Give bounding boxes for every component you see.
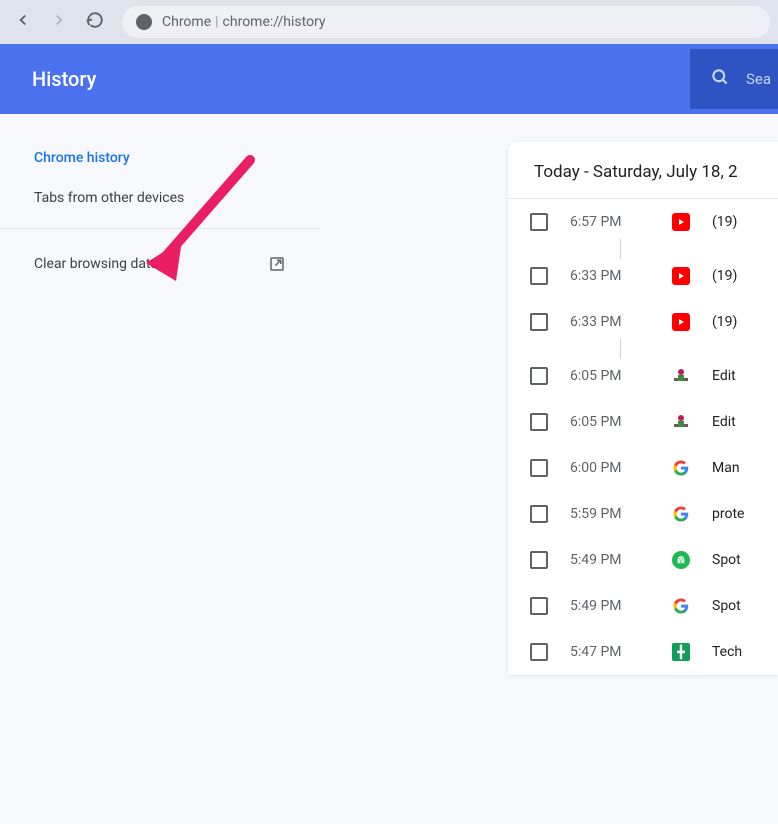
sidebar-item-chrome-history[interactable]: Chrome history bbox=[0, 138, 320, 178]
search-placeholder-text: Sea bbox=[746, 70, 771, 88]
page-title: History bbox=[32, 67, 96, 91]
row-time: 6:05 PM bbox=[570, 368, 650, 384]
google-favicon-icon bbox=[672, 459, 690, 477]
row-title: Man bbox=[712, 460, 740, 476]
history-panel: Today - Saturday, July 18, 2 6:57 PM (19)… bbox=[508, 142, 778, 675]
site-favicon-icon bbox=[672, 367, 690, 385]
sidebar-item-label: Tabs from other devices bbox=[34, 190, 184, 206]
row-title: Spot bbox=[712, 552, 741, 568]
row-time: 5:49 PM bbox=[570, 552, 650, 568]
row-title: (19) bbox=[712, 268, 737, 284]
youtube-favicon-icon bbox=[672, 213, 690, 231]
row-checkbox[interactable] bbox=[530, 213, 548, 231]
sidebar-item-label: Clear browsing data bbox=[34, 256, 158, 272]
search-history-box[interactable]: Sea bbox=[690, 49, 778, 109]
row-time: 6:00 PM bbox=[570, 460, 650, 476]
forward-arrow-icon bbox=[50, 11, 68, 34]
history-row[interactable]: 5:49 PM Spot bbox=[508, 583, 778, 629]
date-header: Today - Saturday, July 18, 2 bbox=[508, 142, 778, 199]
sidebar-item-clear-browsing-data[interactable]: Clear browsing data bbox=[0, 243, 320, 285]
app-header: History Sea bbox=[0, 44, 778, 114]
history-row[interactable]: 5:49 PM Spot bbox=[508, 537, 778, 583]
back-button[interactable] bbox=[8, 7, 38, 37]
row-title: prote bbox=[712, 506, 744, 522]
reload-icon bbox=[86, 11, 104, 33]
row-title: (19) bbox=[712, 214, 737, 230]
browser-toolbar: Chrome|chrome://history bbox=[0, 0, 778, 44]
youtube-favicon-icon bbox=[672, 313, 690, 331]
history-row[interactable]: 5:59 PM prote bbox=[508, 491, 778, 537]
back-arrow-icon bbox=[14, 11, 32, 34]
row-checkbox[interactable] bbox=[530, 643, 548, 661]
row-time: 5:47 PM bbox=[570, 644, 650, 660]
row-title: (19) bbox=[712, 314, 737, 330]
row-time: 6:05 PM bbox=[570, 414, 650, 430]
row-checkbox[interactable] bbox=[530, 459, 548, 477]
google-favicon-icon bbox=[672, 505, 690, 523]
address-bar[interactable]: Chrome|chrome://history bbox=[122, 6, 770, 38]
row-checkbox[interactable] bbox=[530, 505, 548, 523]
row-checkbox[interactable] bbox=[530, 413, 548, 431]
row-time: 6:33 PM bbox=[570, 314, 650, 330]
google-favicon-icon bbox=[672, 597, 690, 615]
sidebar-item-label: Chrome history bbox=[34, 150, 130, 166]
row-time: 5:59 PM bbox=[570, 506, 650, 522]
row-checkbox[interactable] bbox=[530, 313, 548, 331]
row-checkbox[interactable] bbox=[530, 267, 548, 285]
sheets-favicon-icon bbox=[672, 643, 690, 661]
history-row[interactable]: 6:33 PM (19) bbox=[508, 253, 778, 299]
row-time: 5:49 PM bbox=[570, 598, 650, 614]
row-checkbox[interactable] bbox=[530, 551, 548, 569]
content-area: Chrome history Tabs from other devices C… bbox=[0, 114, 778, 675]
forward-button[interactable] bbox=[44, 7, 74, 37]
site-favicon-icon bbox=[672, 413, 690, 431]
row-time: 6:57 PM bbox=[570, 214, 650, 230]
sidebar-item-tabs-other-devices[interactable]: Tabs from other devices bbox=[0, 178, 320, 218]
row-checkbox[interactable] bbox=[530, 367, 548, 385]
history-row[interactable]: 5:47 PM Tech bbox=[508, 629, 778, 675]
history-row[interactable]: 6:05 PM Edit bbox=[508, 353, 778, 399]
row-title: Edit bbox=[712, 414, 736, 430]
sidebar-divider bbox=[0, 228, 320, 229]
history-list: 6:57 PM (19) 6:33 PM (19) 6:33 PM (19) 6:05 PM… bbox=[508, 199, 778, 675]
other-favicon-icon bbox=[672, 551, 690, 569]
external-link-icon bbox=[268, 255, 286, 273]
search-icon bbox=[710, 67, 730, 91]
youtube-favicon-icon bbox=[672, 267, 690, 285]
row-title: Spot bbox=[712, 598, 741, 614]
row-title: Edit bbox=[712, 368, 736, 384]
history-row[interactable]: 6:00 PM Man bbox=[508, 445, 778, 491]
chrome-favicon-icon bbox=[136, 14, 152, 30]
sidebar: Chrome history Tabs from other devices C… bbox=[0, 114, 320, 675]
reload-button[interactable] bbox=[80, 7, 110, 37]
row-checkbox[interactable] bbox=[530, 597, 548, 615]
history-row[interactable]: 6:05 PM Edit bbox=[508, 399, 778, 445]
omnibox-app-label: Chrome|chrome://history bbox=[162, 14, 326, 30]
row-title: Tech bbox=[712, 644, 742, 660]
row-time: 6:33 PM bbox=[570, 268, 650, 284]
